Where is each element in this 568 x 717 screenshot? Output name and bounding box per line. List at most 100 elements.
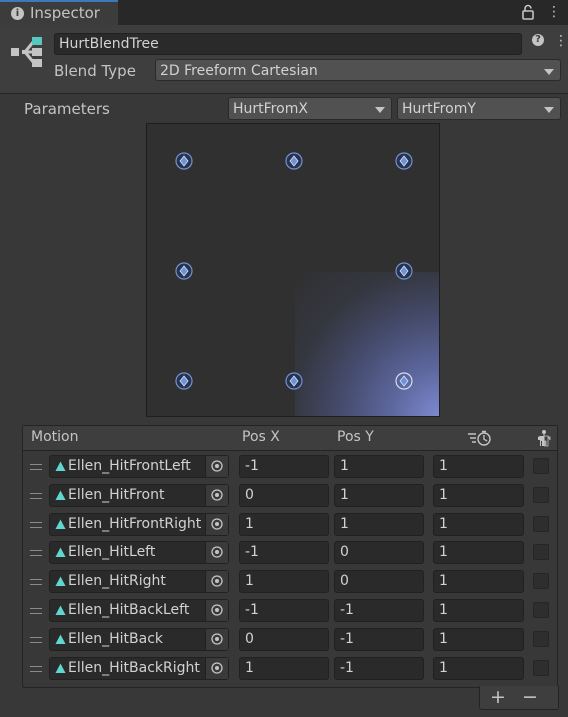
drag-handle-icon[interactable]	[30, 636, 42, 643]
object-picker-button[interactable]	[205, 456, 228, 477]
motion-row[interactable]: Ellen_HitFrontLeft -1 1 1	[23, 454, 557, 483]
motion-field[interactable]: Ellen_HitFront	[49, 483, 229, 507]
pos-y-field[interactable]: -1	[334, 627, 424, 651]
mirror-checkbox[interactable]	[533, 458, 549, 474]
object-picker-icon	[211, 460, 223, 472]
motion-field[interactable]: Ellen_HitBackRight	[49, 656, 229, 680]
pos-x-field[interactable]: 1	[239, 570, 329, 594]
motion-field[interactable]: Ellen_HitFrontLeft	[49, 455, 229, 478]
drag-handle-icon[interactable]	[30, 492, 42, 499]
speed-field[interactable]: 1	[433, 656, 524, 680]
pos-x-field[interactable]: -1	[239, 599, 329, 622]
mirror-checkbox[interactable]	[533, 602, 549, 618]
object-picker-icon	[211, 604, 223, 616]
pos-y-field[interactable]: 1	[334, 512, 424, 536]
pos-y-field[interactable]: -1	[334, 599, 424, 622]
motion-field[interactable]: Ellen_HitLeft	[49, 541, 229, 565]
pos-x-field[interactable]: -1	[239, 455, 329, 478]
drag-handle-icon[interactable]	[30, 550, 42, 557]
chevron-down-icon	[544, 107, 554, 113]
blend-point[interactable]	[395, 262, 413, 280]
mirror-checkbox[interactable]	[533, 573, 549, 590]
object-picker-button[interactable]	[205, 657, 228, 679]
motion-name: Ellen_HitBackRight	[68, 659, 200, 676]
blend-point[interactable]	[395, 372, 413, 390]
lock-icon[interactable]	[521, 4, 535, 20]
blend-point[interactable]	[285, 152, 303, 170]
tab-inspector[interactable]: i Inspector	[0, 0, 118, 25]
pos-x-field[interactable]: 1	[239, 656, 329, 680]
motion-list: Motion Pos X Pos Y Ellen_HitFrontLeft -1…	[22, 425, 558, 688]
pos-y-field[interactable]: 1	[334, 483, 424, 507]
pos-x-field[interactable]: 1	[239, 512, 329, 536]
animation-clip-icon	[55, 663, 66, 673]
blend-tree-name-field[interactable]: HurtBlendTree	[54, 33, 522, 55]
pos-x-field[interactable]: -1	[239, 541, 329, 565]
pos-y-field[interactable]: -1	[334, 656, 424, 680]
motion-row[interactable]: Ellen_HitRight 1 0 1	[23, 569, 557, 598]
animation-clip-icon	[55, 576, 66, 587]
blend-point[interactable]	[175, 372, 193, 390]
pos-x-field[interactable]: 0	[239, 483, 329, 507]
pos-y-field[interactable]: 1	[334, 455, 424, 478]
blend-point[interactable]	[285, 372, 303, 390]
drag-handle-icon[interactable]	[30, 665, 42, 672]
speed-field[interactable]: 1	[433, 541, 524, 565]
tab-menu-icon[interactable]: ⋮	[547, 4, 561, 20]
blend-point[interactable]	[395, 152, 413, 170]
add-motion-button[interactable]: +	[486, 687, 510, 707]
mirror-checkbox[interactable]	[533, 630, 549, 647]
blend-point[interactable]	[175, 262, 193, 280]
help-icon[interactable]: ?	[532, 34, 544, 46]
object-picker-button[interactable]	[205, 513, 228, 535]
chevron-down-icon	[375, 107, 385, 113]
motion-name: Ellen_HitBackLeft	[68, 602, 190, 618]
info-icon: i	[11, 7, 24, 20]
blend-tree-icon	[11, 37, 42, 67]
component-menu-icon[interactable]: ⋮	[554, 33, 568, 49]
object-picker-button[interactable]	[205, 628, 228, 650]
mirror-header-icon	[538, 430, 551, 447]
motion-field[interactable]: Ellen_HitRight	[49, 570, 229, 594]
mirror-checkbox[interactable]	[533, 544, 549, 561]
speed-field[interactable]: 1	[433, 627, 524, 651]
object-picker-button[interactable]	[205, 542, 228, 564]
speed-field[interactable]: 1	[433, 599, 524, 622]
motion-field[interactable]: Ellen_HitBack	[49, 627, 229, 651]
object-picker-button[interactable]	[205, 571, 228, 593]
remove-motion-button[interactable]: −	[518, 687, 542, 707]
motion-row[interactable]: Ellen_HitLeft -1 0 1	[23, 540, 557, 569]
motion-list-footer: + −	[479, 686, 559, 710]
mirror-checkbox[interactable]	[533, 515, 549, 532]
speed-field[interactable]: 1	[433, 512, 524, 536]
mirror-checkbox[interactable]	[533, 486, 549, 503]
motion-field[interactable]: Ellen_HitFrontRight	[49, 512, 229, 536]
blend-type-label: Blend Type	[54, 62, 136, 80]
drag-handle-icon[interactable]	[30, 579, 42, 586]
blend-type-dropdown[interactable]: 2D Freeform Cartesian	[155, 59, 561, 81]
motion-row[interactable]: Ellen_HitBackRight 1 -1 1	[23, 656, 557, 685]
pos-y-field[interactable]: 0	[334, 541, 424, 565]
animation-clip-icon	[55, 461, 66, 471]
speed-field[interactable]: 1	[433, 455, 524, 478]
pos-y-field[interactable]: 0	[334, 570, 424, 594]
parameter-y-dropdown[interactable]: HurtFromY	[397, 97, 561, 120]
motion-row[interactable]: Ellen_HitBack 0 -1 1	[23, 627, 557, 656]
motion-row[interactable]: Ellen_HitBackLeft -1 -1 1	[23, 598, 557, 627]
drag-handle-icon[interactable]	[30, 608, 42, 614]
object-picker-button[interactable]	[205, 600, 228, 621]
object-picker-icon	[211, 517, 223, 530]
speed-field[interactable]: 1	[433, 483, 524, 507]
blend-space-graph[interactable]	[146, 123, 440, 417]
motion-field[interactable]: Ellen_HitBackLeft	[49, 599, 229, 622]
pos-x-field[interactable]: 0	[239, 627, 329, 651]
object-picker-button[interactable]	[205, 484, 228, 506]
parameter-x-dropdown[interactable]: HurtFromX	[228, 97, 392, 120]
mirror-checkbox[interactable]	[533, 659, 549, 676]
blend-point[interactable]	[175, 152, 193, 170]
motion-row[interactable]: Ellen_HitFrontRight 1 1 1	[23, 512, 557, 541]
speed-field[interactable]: 1	[433, 570, 524, 594]
drag-handle-icon[interactable]	[30, 464, 42, 470]
drag-handle-icon[interactable]	[30, 521, 42, 528]
motion-row[interactable]: Ellen_HitFront 0 1 1	[23, 483, 557, 512]
